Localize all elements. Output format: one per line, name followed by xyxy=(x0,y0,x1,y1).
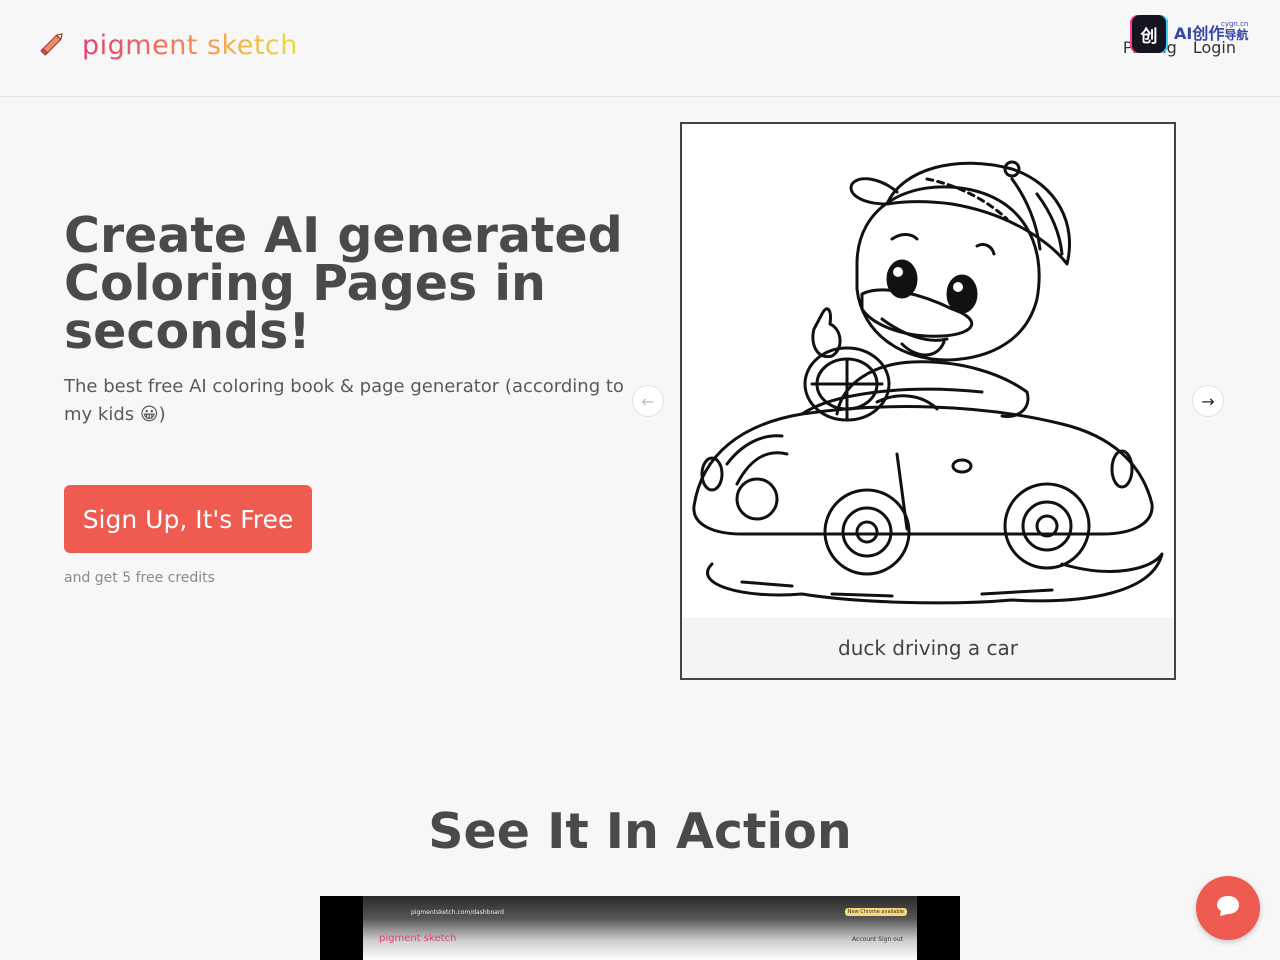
video-frame: pigmentsketch.com/dashboard New Chrome a… xyxy=(363,896,917,960)
video-logo-text: pigment sketch xyxy=(379,933,457,944)
free-credits-note: and get 5 free credits xyxy=(64,570,215,586)
coloring-page-image xyxy=(682,124,1174,618)
hero-subtitle: The best free AI coloring book & page ge… xyxy=(64,376,624,425)
badge-domain: cygn.cn xyxy=(1220,20,1249,28)
section-title: See It In Action xyxy=(428,803,852,860)
hero-title: Create AI generated Coloring Pages in se… xyxy=(64,207,623,360)
arrow-left-icon: ← xyxy=(641,391,655,411)
site-header: pigment sketch Pricing Login 创 cygn.cn A… xyxy=(0,0,1280,97)
arrow-right-icon: → xyxy=(1201,391,1215,411)
video-url-text: pigmentsketch.com/dashboard xyxy=(411,909,504,916)
demo-video[interactable]: pigmentsketch.com/dashboard New Chrome a… xyxy=(320,896,960,960)
signup-button[interactable]: Sign Up, It's Free xyxy=(64,485,312,553)
carousel-card: duck driving a car xyxy=(680,122,1176,680)
carousel-prev-button[interactable]: ← xyxy=(632,385,664,417)
carousel-next-button[interactable]: → xyxy=(1192,385,1224,417)
badge-sub: 导航 xyxy=(1224,28,1249,42)
logo-text: pigment sketch xyxy=(82,29,298,61)
carousel-caption: duck driving a car xyxy=(682,618,1174,678)
video-update-chip: New Chrome available xyxy=(844,908,907,916)
pencil-icon xyxy=(38,28,68,62)
ai-nav-badge[interactable]: 创 cygn.cn AI创作导航 xyxy=(1130,15,1248,53)
badge-title: AI创作 xyxy=(1174,24,1225,43)
chat-button[interactable] xyxy=(1196,876,1260,940)
video-account-links: Account Sign out xyxy=(852,936,903,943)
chat-bubble-icon xyxy=(1215,894,1241,922)
badge-text: cygn.cn AI创作导航 xyxy=(1174,21,1249,43)
logo-link[interactable]: pigment sketch xyxy=(38,28,298,62)
badge-logo-icon: 创 xyxy=(1130,15,1168,53)
